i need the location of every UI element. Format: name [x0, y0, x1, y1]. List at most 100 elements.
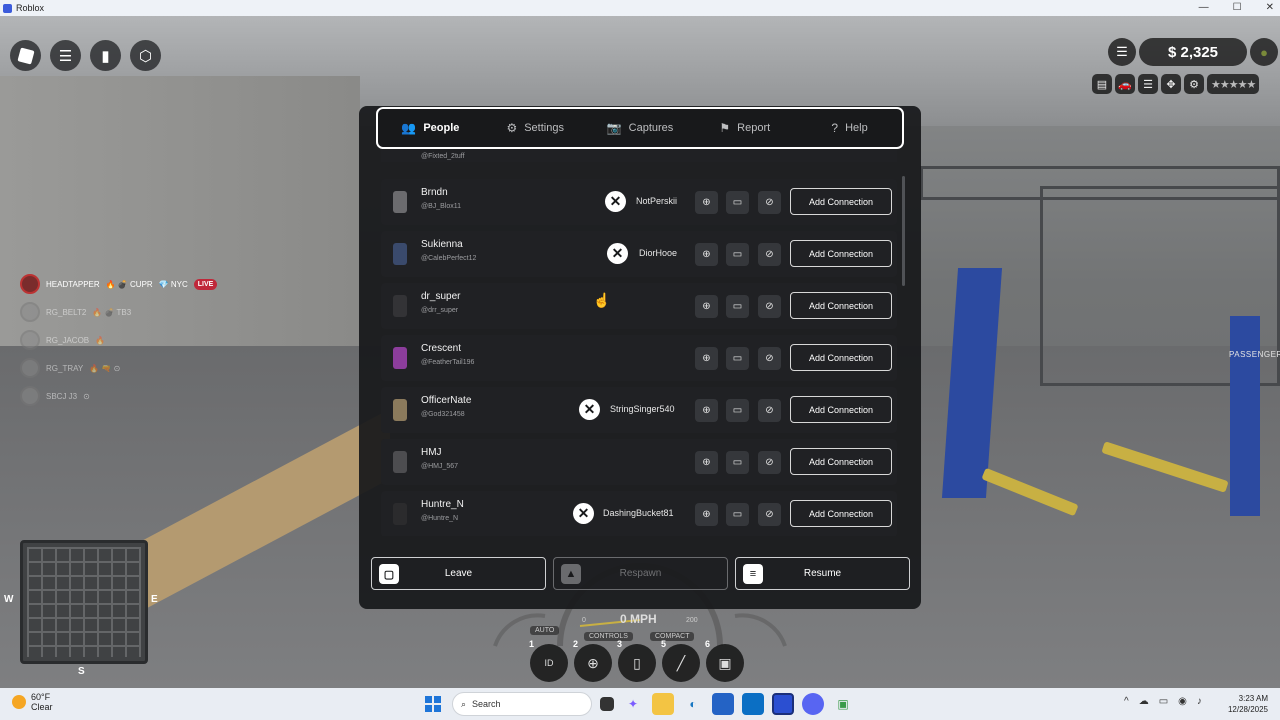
hotbar-slot-phone[interactable]: 3 ▯ [617, 639, 656, 682]
battery-icon[interactable]: ▭ [1159, 696, 1168, 707]
add-connection-button[interactable]: Add Connection [790, 448, 892, 475]
garage-icon[interactable]: ▤ [1092, 74, 1112, 94]
respawn-button[interactable]: ▲ Respawn [553, 557, 728, 590]
player-list-item[interactable]: SBCJ J3 ⊙ [20, 386, 217, 406]
chat-button[interactable]: ▭ [726, 451, 749, 474]
player-username: @God321458 [421, 411, 465, 418]
avatar [393, 451, 407, 473]
minimize-button[interactable]: — [1199, 0, 1209, 16]
inspect-button[interactable]: ⊕ [695, 399, 718, 422]
add-connection-button[interactable]: Add Connection [790, 292, 892, 319]
add-connection-button[interactable]: Add Connection [790, 240, 892, 267]
maximize-button[interactable]: ☐ [1233, 0, 1242, 16]
inventory-icon[interactable]: ☰ [1138, 74, 1158, 94]
player-row[interactable]: Huntre_N @Huntre_N ✕ DashingBucket81 ⊕ ▭… [381, 491, 897, 536]
hotbar-slot-item[interactable]: 6 ▣ [705, 639, 744, 682]
edge-icon[interactable]: ◐ [682, 693, 704, 715]
close-button[interactable]: ✕ [1266, 0, 1274, 16]
player-list-item[interactable]: RG_BELT2 🔥 💣 TB3 [20, 302, 217, 322]
tray-overflow-icon[interactable]: ^ [1124, 696, 1129, 707]
taskbar-search[interactable]: ⌕ Search [452, 692, 592, 716]
player-row[interactable]: Crescent @FeatherTail196 ⊕ ▭ ⊘ Add Conne… [381, 335, 897, 381]
block-button[interactable]: ⊘ [758, 451, 781, 474]
onedrive-icon[interactable]: ☁ [1139, 696, 1149, 707]
bag-button[interactable]: ● [1250, 38, 1278, 66]
hotbar-slot-id[interactable]: 1 ID [529, 639, 568, 682]
chat-button[interactable]: ▭ [726, 191, 749, 214]
hotbar-slot-weapon[interactable]: 5 ╱ [661, 639, 700, 682]
player-list-item[interactable]: RG_JACOB 🔥 [20, 330, 217, 350]
roblox-taskbar-icon[interactable] [772, 693, 794, 715]
player-row[interactable]: Brndn @BJ_Blox11 ✕ NotPerskii ⊕ ▭ ⊘ Add … [381, 179, 897, 225]
inspect-button[interactable]: ⊕ [695, 347, 718, 370]
compact-label[interactable]: COMPACT [650, 632, 695, 641]
crosshair-icon[interactable]: ✥ [1161, 74, 1181, 94]
inspect-button[interactable]: ⊕ [695, 243, 718, 266]
chat-icon: ▮ [101, 47, 110, 65]
chat-button[interactable]: ▮ [90, 40, 121, 71]
controls-label[interactable]: CONTROLS [584, 632, 633, 641]
inspect-button[interactable]: ⊕ [695, 503, 718, 526]
hamburger-menu-button[interactable]: ☰ [50, 40, 81, 71]
tool-icon: ⊕ [587, 654, 599, 671]
block-button[interactable]: ⊘ [758, 503, 781, 526]
list-button[interactable]: ☰ [1108, 38, 1136, 66]
weather-widget[interactable]: 60°F Clear [12, 692, 53, 712]
chat-button[interactable]: ▭ [726, 243, 749, 266]
taskbar-clock[interactable]: 3:23 AM 12/28/2025 [1224, 693, 1268, 715]
leave-button[interactable]: ▢ Leave [371, 557, 546, 590]
player-row[interactable]: Sukienna @CalebPerfect12 ✕ DiorHooe ⊕ ▭ … [381, 231, 897, 277]
player-row[interactable]: dr_super @drr_super ⊕ ▭ ⊘ Add Connection [381, 283, 897, 329]
wifi-icon[interactable]: ◉ [1178, 696, 1187, 707]
chat-button[interactable]: ▭ [726, 347, 749, 370]
clock-time: 3:23 AM [1238, 694, 1268, 703]
player-list-item[interactable]: RG_TRAY 🔥 🔫 ⊙ [20, 358, 217, 378]
copilot-icon[interactable]: ✦ [622, 693, 644, 715]
tab-settings[interactable]: ⚙ Settings [483, 109, 588, 147]
add-connection-button[interactable]: Add Connection [790, 500, 892, 527]
android-app-icon[interactable]: ▣ [832, 693, 854, 715]
speed-min-label: 0 [582, 617, 586, 624]
minimap[interactable] [20, 540, 148, 664]
tab-captures[interactable]: 📷 Captures [588, 109, 693, 147]
block-button[interactable]: ⊘ [758, 191, 781, 214]
discord-icon[interactable] [802, 693, 824, 715]
roblox-menu-button[interactable] [10, 40, 41, 71]
car-icon[interactable]: 🚗 [1115, 74, 1135, 94]
hotbar-slot-tool[interactable]: 2 ⊕ [573, 639, 612, 682]
player-row[interactable]: HMJ @HMJ_567 ⊕ ▭ ⊘ Add Connection [381, 439, 897, 485]
people-list[interactable]: @Fixted_2tuff Brndn @BJ_Blox11 ✕ NotPers… [381, 150, 897, 536]
store-icon[interactable] [712, 693, 734, 715]
money-bag-icon: ● [1260, 44, 1268, 60]
inspect-button[interactable]: ⊕ [695, 451, 718, 474]
backpack-button[interactable]: ⬡ [130, 40, 161, 71]
block-button[interactable]: ⊘ [758, 295, 781, 318]
block-button[interactable]: ⊘ [758, 243, 781, 266]
player-list-item[interactable]: HEADTAPPER 🔥 💣 CUPR 💎 NYC LIVE [20, 274, 218, 294]
add-connection-button[interactable]: Add Connection [790, 396, 892, 423]
block-button[interactable]: ⊘ [758, 347, 781, 370]
volume-icon[interactable]: ♪ [1197, 696, 1202, 707]
player-row-partial[interactable]: @Fixted_2tuff [381, 150, 897, 162]
people-list-scrollbar[interactable] [902, 176, 905, 286]
block-button[interactable]: ⊘ [758, 399, 781, 422]
settings-gear-icon[interactable]: ⚙ [1184, 74, 1204, 94]
inspect-button[interactable]: ⊕ [695, 295, 718, 318]
tab-help[interactable]: ? Help [797, 109, 902, 147]
add-connection-button[interactable]: Add Connection [790, 344, 892, 371]
avatar [20, 274, 40, 294]
windows-start-icon[interactable] [422, 693, 444, 715]
chat-button[interactable]: ▭ [726, 399, 749, 422]
player-row[interactable]: OfficerNate @God321458 ✕ StringSinger540… [381, 387, 897, 433]
file-explorer-icon[interactable] [652, 693, 674, 715]
tab-people[interactable]: 👥 People [378, 109, 483, 149]
chat-button[interactable]: ▭ [726, 503, 749, 526]
task-view-icon[interactable] [600, 697, 614, 711]
clock-date: 12/28/2025 [1227, 705, 1268, 714]
resume-button[interactable]: ≡ Resume [735, 557, 910, 590]
chat-button[interactable]: ▭ [726, 295, 749, 318]
inspect-button[interactable]: ⊕ [695, 191, 718, 214]
outlook-icon[interactable] [742, 693, 764, 715]
tab-report[interactable]: ⚑ Report [692, 109, 797, 147]
add-connection-button[interactable]: Add Connection [790, 188, 892, 215]
